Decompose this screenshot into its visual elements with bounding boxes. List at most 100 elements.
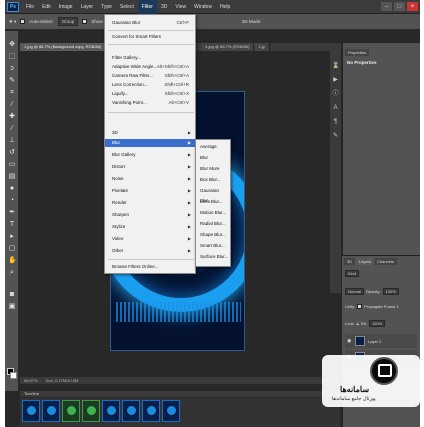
menu-file[interactable]: File — [22, 0, 38, 14]
layer-row[interactable]: ◉ Layer 2 — [345, 334, 417, 348]
menu-select[interactable]: Select — [116, 0, 138, 14]
auto-select-checkbox[interactable] — [20, 19, 26, 24]
marquee-icon[interactable]: ⬚ — [8, 53, 16, 61]
fill-input[interactable]: 100% — [368, 320, 386, 327]
menu-item-blur-gallery[interactable]: Blur Gallery ▶ — [105, 151, 195, 159]
pen-icon[interactable]: ✒ — [8, 209, 16, 217]
tab-3d[interactable]: 3D — [344, 258, 356, 265]
propagate-checkbox[interactable] — [357, 304, 363, 309]
timeline-frame[interactable] — [102, 400, 120, 422]
menu-view[interactable]: View — [171, 0, 190, 14]
zoom-level[interactable]: 66.67% — [24, 378, 38, 383]
doc-tab-2[interactable]: 4.jpg @ 66.7% (RGB/8#) — [201, 43, 255, 51]
timeline-frame[interactable] — [162, 400, 180, 422]
crop-icon[interactable]: ⌗ — [8, 89, 16, 97]
maximize-icon[interactable]: □ — [394, 2, 405, 11]
submenu-item-blur[interactable]: Blur — [196, 153, 230, 163]
menu-item-video[interactable]: Video ▶ — [105, 235, 195, 243]
type-icon[interactable]: T — [8, 221, 16, 229]
zoom-icon[interactable]: ⌕ — [8, 269, 16, 277]
healing-icon[interactable]: ✚ — [8, 113, 16, 121]
character-icon[interactable]: A — [332, 105, 339, 112]
quick-select-icon[interactable]: ✎ — [8, 77, 16, 85]
eraser-icon[interactable]: ▭ — [8, 161, 16, 169]
timeline-frame[interactable] — [122, 400, 140, 422]
menu-item-distort[interactable]: Distort ▶ — [105, 163, 195, 171]
submenu-item-box-blur[interactable]: Box Blur... — [196, 175, 230, 185]
brush-icon[interactable]: ∕ — [8, 125, 16, 133]
menu-item-adaptive-wide-angle[interactable]: Adaptive Wide Angle... Alt+Shift+Ctrl+A — [105, 63, 195, 71]
menu-item-convert-smart[interactable]: Convert for Smart Filters — [105, 33, 195, 41]
submenu-item-blur-more[interactable]: Blur More — [196, 164, 230, 174]
submenu-item-lens-blur[interactable]: Lens Blur... — [196, 197, 230, 207]
timeline-frame[interactable] — [62, 400, 80, 422]
menu-layer[interactable]: Layer — [77, 0, 98, 14]
eye-icon[interactable]: ◉ — [347, 338, 352, 344]
background-color-swatch[interactable] — [10, 372, 17, 379]
gradient-icon[interactable]: ▤ — [8, 173, 16, 181]
quick-mask-icon[interactable]: ◙ — [8, 291, 16, 299]
menu-3d[interactable]: 3D — [157, 0, 171, 14]
menu-item-stylize[interactable]: Stylize ▶ — [105, 223, 195, 231]
menu-item-noise[interactable]: Noise ▶ — [105, 175, 195, 183]
actions-icon[interactable]: ▶ — [332, 77, 339, 84]
doc-tab-3[interactable]: 2.jp — [254, 43, 270, 51]
menu-item-sharpen[interactable]: Sharpen ▶ — [105, 211, 195, 219]
layer-filter-kind[interactable]: Kind — [345, 270, 360, 277]
menu-type[interactable]: Type — [97, 0, 116, 14]
menu-filter[interactable]: Filter — [137, 0, 157, 14]
menu-help[interactable]: Help — [216, 0, 234, 14]
timeline-frame[interactable] — [142, 400, 160, 422]
menu-image[interactable]: Image — [55, 0, 77, 14]
menu-item-other[interactable]: Other ▶ — [105, 247, 195, 255]
menu-item-render[interactable]: Render ▶ — [105, 199, 195, 207]
stamp-icon[interactable]: ⊥ — [8, 137, 16, 145]
brush-presets-icon[interactable]: ✎ — [332, 133, 339, 140]
submenu-item-average[interactable]: Average — [196, 142, 230, 152]
info-icon[interactable]: ⓘ — [332, 91, 339, 98]
blur-tool-icon[interactable]: ● — [8, 185, 16, 193]
submenu-item-smart-blur[interactable]: Smart Blur... — [196, 241, 230, 251]
menu-item-liquify[interactable]: Liquify... Shift+Ctrl+X — [105, 90, 195, 98]
history-icon[interactable]: ⌛ — [332, 63, 339, 70]
blend-mode-dropdown[interactable]: Normal — [345, 288, 364, 295]
shape-icon[interactable]: ▢ — [8, 245, 16, 253]
menu-item-browse-online[interactable]: Browse Filters Online... — [105, 263, 195, 271]
paragraph-icon[interactable]: ¶ — [332, 119, 339, 126]
menu-item-3d[interactable]: 3D ▶ — [105, 129, 195, 137]
timeline-frame[interactable] — [22, 400, 40, 422]
hand-icon[interactable]: ✋ — [8, 257, 17, 265]
menu-edit[interactable]: Edit — [38, 0, 55, 14]
auto-select-dropdown[interactable]: Group — [57, 17, 79, 26]
timeline-header[interactable]: Timeline — [20, 391, 340, 397]
screen-mode-icon[interactable]: ▣ — [8, 303, 16, 311]
timeline-frame[interactable] — [42, 400, 60, 422]
menu-item-blur[interactable]: Blur ▶ — [105, 139, 195, 147]
eyedropper-icon[interactable]: ⁄ — [8, 101, 16, 109]
menu-item-pixelate[interactable]: Pixelate ▶ — [105, 187, 195, 195]
lasso-icon[interactable]: ↄ — [8, 65, 16, 73]
move-tool-icon[interactable]: ✥ ▾ — [9, 19, 16, 25]
move-icon[interactable]: ✥ — [8, 41, 16, 49]
submenu-item-shape-blur[interactable]: Shape Blur... — [196, 230, 230, 240]
menu-item-lens-correction[interactable]: Lens Correction... Shift+Ctrl+R — [105, 81, 195, 89]
timeline-frame[interactable] — [82, 400, 100, 422]
minimize-icon[interactable]: – — [381, 2, 392, 11]
tab-channels[interactable]: Channels — [374, 258, 397, 265]
menu-window[interactable]: Window — [190, 0, 216, 14]
dodge-icon[interactable]: ◔ — [8, 197, 16, 205]
doc-tab-1[interactable]: 1.jpg @ 66.7% (Background copy, RGB/8#) — [20, 43, 107, 51]
history-brush-icon[interactable]: ↺ — [8, 149, 16, 157]
show-transform-checkbox[interactable] — [82, 19, 88, 24]
opacity-input[interactable]: 100% — [382, 288, 399, 295]
submenu-item-surface-blur[interactable]: Surface Blur... — [196, 252, 230, 262]
tab-layers[interactable]: Layers — [356, 258, 375, 265]
menu-item-last-filter[interactable]: Gaussian Blur Ctrl+F — [105, 19, 195, 27]
menu-item-filter-gallery[interactable]: Filter Gallery... — [105, 54, 195, 62]
submenu-item-gaussian-blur[interactable]: Gaussian Blur... — [196, 186, 230, 203]
lock-icon[interactable]: 🔒︎ — [357, 321, 359, 326]
menu-item-camera-raw[interactable]: Camera Raw Filter... Shift+Ctrl+A — [105, 72, 195, 80]
path-select-icon[interactable]: ▸ — [8, 233, 16, 241]
menu-item-vanishing-point[interactable]: Vanishing Point... Alt+Ctrl+V — [105, 99, 195, 107]
submenu-item-radial-blur[interactable]: Radial Blur... — [196, 219, 230, 229]
